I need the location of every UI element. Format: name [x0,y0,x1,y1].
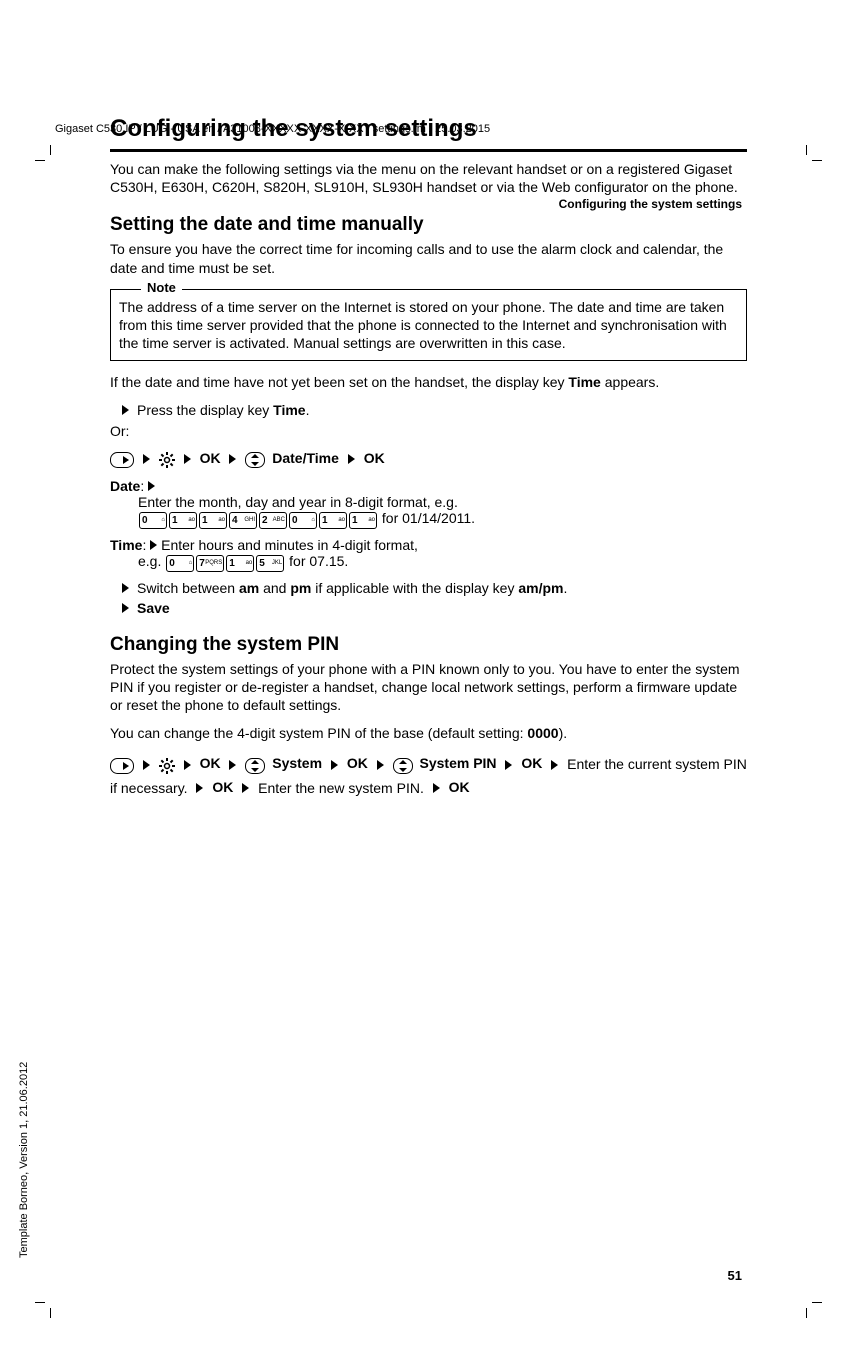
running-header: Configuring the system settings [559,197,742,211]
arrow-icon [377,760,384,770]
nav-right-icon [110,756,138,772]
keycap: 0⌂ [289,512,317,529]
arrow-icon [122,402,129,418]
nav-path-system-pin: OK System OK System PIN OK Enter the cur… [110,752,747,799]
arrow-icon [148,478,155,494]
arrow-icon [551,760,558,770]
keycap: 2ABC [259,512,287,529]
arrow-icon [184,454,191,464]
gear-icon [159,756,179,772]
arrow-icon [122,600,129,616]
press-time-item: Press the display key Time. [122,402,747,418]
nav-path-date-time: OK Date/Time OK [110,446,747,472]
system-pin-para2: You can change the 4-digit system PIN of… [110,724,747,742]
keycap: 1ao [349,512,377,529]
keycap: 1ao [226,555,254,572]
arrow-icon [229,454,236,464]
note-body: The address of a time server on the Inte… [119,294,738,353]
section-system-pin-title: Changing the system PIN [110,634,747,656]
arrow-icon [122,580,129,596]
date-block: Date: Enter the month, day and year in 8… [110,478,747,529]
page-number: 51 [728,1268,742,1283]
arrow-icon [143,454,150,464]
note-label: Note [141,280,182,295]
keycap: 4GHI [229,512,257,529]
arrow-icon [242,783,249,793]
keycap-sequence-date: 0⌂1ao1ao4GHI2ABC0⌂1ao1ao [138,510,378,526]
display-key-line: If the date and time have not yet been s… [110,373,747,391]
keycap: 5JKL [256,555,284,572]
keycap: 1ao [199,512,227,529]
or-label: Or: [110,422,747,440]
keycap: 7PQRS [196,555,224,572]
nav-updown-icon [245,450,269,466]
note-box: Note The address of a time server on the… [110,289,747,362]
arrow-icon [196,783,203,793]
system-pin-para1: Protect the system settings of your phon… [110,660,747,715]
arrow-icon [229,760,236,770]
nav-right-icon [110,450,138,466]
gear-icon [159,450,179,466]
keycap: 0⌂ [139,512,167,529]
save-item: Save [122,600,747,616]
switch-ampm-item: Switch between am and pm if applicable w… [122,580,747,596]
nav-updown-icon [245,756,269,772]
intro-paragraph: You can make the following settings via … [110,160,747,196]
keycap-sequence-time: 0⌂7PQRS1ao5JKL [165,553,285,569]
arrow-icon [348,454,355,464]
arrow-icon [150,537,157,553]
title-rule [110,149,747,152]
arrow-icon [505,760,512,770]
arrow-icon [433,783,440,793]
nav-updown-icon [393,756,417,772]
document-path-header: Gigaset C530 IP / LUG - USA en / A31008-… [55,123,490,135]
time-block: Time: Enter hours and minutes in 4-digit… [110,537,747,572]
arrow-icon [331,760,338,770]
arrow-icon [143,760,150,770]
keycap: 1ao [319,512,347,529]
keycap: 1ao [169,512,197,529]
template-version-side: Template Borneo, Version 1, 21.06.2012 [18,1062,30,1258]
arrow-icon [184,760,191,770]
section-date-time-title: Setting the date and time manually [110,214,747,236]
date-time-intro: To ensure you have the correct time for … [110,240,747,276]
keycap: 0⌂ [166,555,194,572]
